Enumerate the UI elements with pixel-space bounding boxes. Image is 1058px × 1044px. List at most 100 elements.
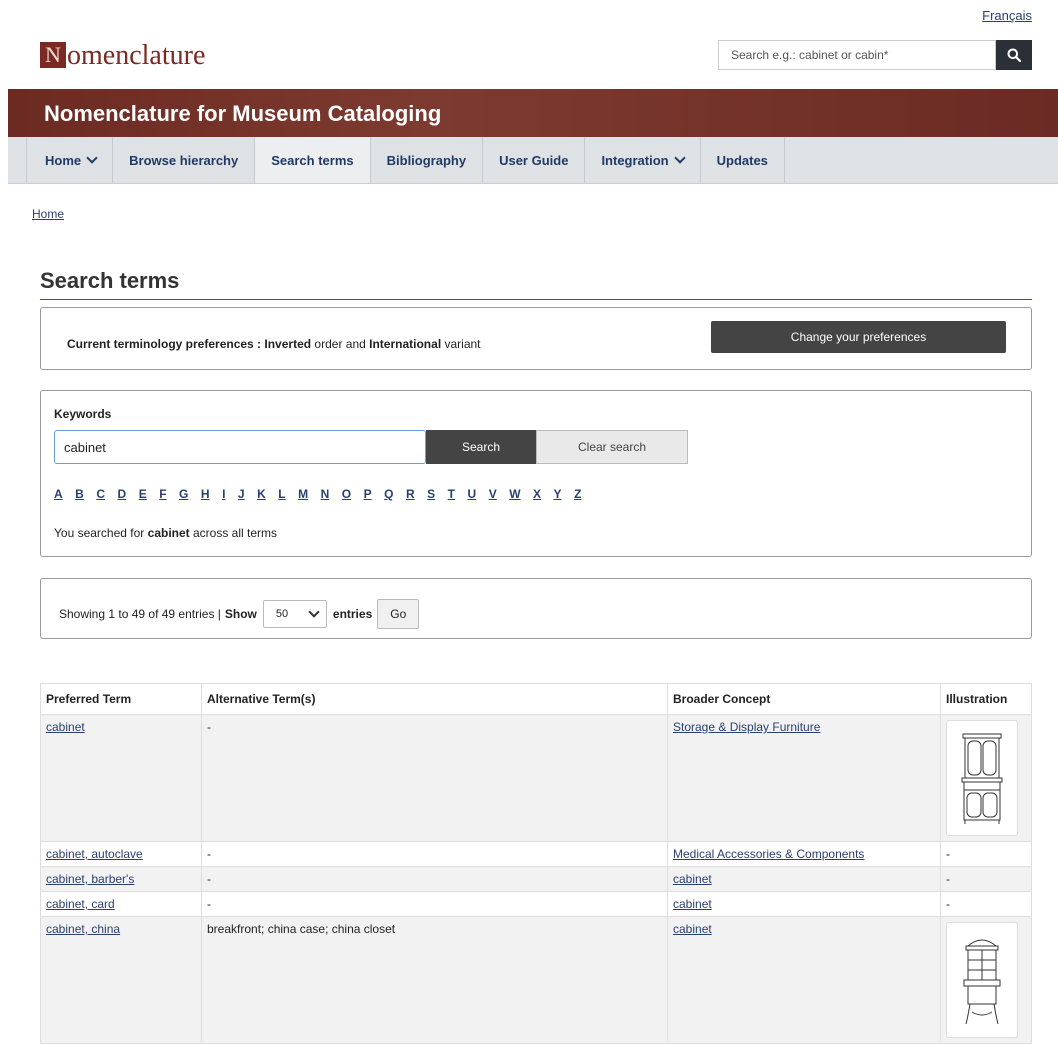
clear-search-button[interactable]: Clear search: [536, 430, 688, 464]
alpha-link-n[interactable]: N: [321, 487, 330, 501]
alpha-link-h[interactable]: H: [201, 487, 210, 501]
alternative-terms: -: [201, 841, 668, 867]
chevron-down-icon: [86, 152, 98, 164]
go-button[interactable]: Go: [377, 599, 420, 629]
alpha-link-x[interactable]: X: [533, 487, 541, 501]
alpha-link-z[interactable]: Z: [574, 487, 581, 501]
alpha-link-p[interactable]: P: [364, 487, 372, 501]
table-header-row: Preferred Term Alternative Term(s) Broad…: [40, 683, 1032, 715]
preferences-label: Current terminology preferences :: [67, 337, 262, 351]
preferred-term-link[interactable]: cabinet, card: [46, 897, 115, 911]
alpha-link-c[interactable]: C: [96, 487, 105, 501]
broader-concept-link[interactable]: Storage & Display Furniture: [673, 720, 820, 734]
entries-label: entries: [332, 607, 373, 621]
table-row: cabinet, card - cabinet -: [40, 891, 1032, 917]
site-search-button[interactable]: [996, 40, 1032, 70]
preferred-term-link[interactable]: cabinet: [46, 720, 85, 734]
nav-updates-label: Updates: [716, 152, 768, 168]
chevron-down-icon: [308, 606, 320, 618]
broader-concept-link[interactable]: cabinet: [673, 872, 712, 886]
preferences-variant: International: [369, 337, 442, 351]
alpha-link-e[interactable]: E: [139, 487, 147, 501]
search-result-summary: You searched for cabinet across all term…: [54, 526, 277, 540]
alpha-link-j[interactable]: J: [238, 487, 245, 501]
col-broader-concept: Broader Concept: [667, 683, 941, 715]
alpha-link-b[interactable]: B: [75, 487, 84, 501]
nav-user-guide[interactable]: User Guide: [483, 137, 586, 183]
banner-title: Nomenclature for Museum Cataloging: [44, 101, 442, 126]
alternative-terms: -: [201, 891, 668, 917]
alpha-link-f[interactable]: F: [159, 487, 166, 501]
alpha-link-u[interactable]: U: [468, 487, 477, 501]
alpha-link-o[interactable]: O: [342, 487, 351, 501]
alpha-link-m[interactable]: M: [298, 487, 308, 501]
main-nav: Home Browse hierarchy Search terms Bibli…: [8, 137, 1058, 184]
alpha-link-q[interactable]: Q: [384, 487, 393, 501]
keyword-search-panel: Keywords cabinet Search Clear search ABC…: [40, 390, 1032, 557]
table-row: cabinet, autoclave - Medical Accessories…: [40, 841, 1032, 867]
col-alternative-terms: Alternative Term(s): [201, 683, 668, 715]
illustration-cell: -: [940, 866, 1032, 892]
site-search-input[interactable]: Search e.g.: cabinet or cabin*: [718, 40, 996, 70]
site-search-placeholder: Search e.g.: cabinet or cabin*: [731, 48, 889, 62]
site-logo[interactable]: N omenclature: [40, 38, 205, 74]
alpha-link-i[interactable]: I: [222, 487, 225, 501]
terms-table: Preferred Term Alternative Term(s) Broad…: [40, 683, 1032, 1044]
preferred-term-link[interactable]: cabinet, autoclave: [46, 847, 143, 861]
language-link[interactable]: Français: [982, 8, 1032, 23]
alpha-link-w[interactable]: W: [509, 487, 520, 501]
alternative-terms: -: [201, 866, 668, 892]
alpha-link-l[interactable]: L: [278, 487, 285, 501]
illustration-cell: -: [940, 891, 1032, 917]
preferences-panel: Current terminology preferences : Invert…: [40, 307, 1032, 370]
alpha-link-y[interactable]: Y: [554, 487, 562, 501]
search-icon: [1007, 48, 1021, 62]
result-term: cabinet: [147, 526, 190, 540]
nav-browse-label: Browse hierarchy: [129, 152, 239, 168]
alpha-link-v[interactable]: V: [489, 487, 497, 501]
preferences-order: Inverted: [264, 337, 312, 351]
nav-search-terms[interactable]: Search terms: [255, 137, 371, 183]
page-size-select[interactable]: 50: [262, 600, 327, 628]
preferences-text: Current terminology preferences : Invert…: [67, 337, 481, 351]
broader-concept-link[interactable]: cabinet: [673, 897, 712, 911]
nav-browse-hierarchy[interactable]: Browse hierarchy: [113, 137, 256, 183]
logo-monogram: N: [40, 42, 66, 68]
alpha-link-d[interactable]: D: [118, 487, 127, 501]
nav-home[interactable]: Home: [26, 137, 114, 183]
keywords-label: Keywords: [54, 407, 112, 421]
table-row: cabinet, china breakfront; china case; c…: [40, 916, 1032, 1044]
alpha-link-g[interactable]: G: [179, 487, 188, 501]
result-suffix: across all terms: [193, 526, 278, 540]
nav-integration-label: Integration: [601, 152, 669, 168]
breadcrumb-home[interactable]: Home: [32, 207, 64, 221]
illustration-cell: -: [940, 841, 1032, 867]
broader-concept-link[interactable]: Medical Accessories & Components: [673, 847, 864, 861]
alpha-link-r[interactable]: R: [406, 487, 415, 501]
cabinet-illustration-icon: [961, 733, 1003, 824]
nav-bibliography[interactable]: Bibliography: [371, 137, 484, 183]
nav-bibliography-label: Bibliography: [386, 152, 467, 168]
keywords-input[interactable]: cabinet: [54, 430, 426, 464]
alternative-terms: breakfront; china case; china closet: [201, 916, 668, 1044]
alphabet-index: ABCDEFGHIJKLMNOPQRSTUVWXYZ: [54, 487, 594, 501]
search-button[interactable]: Search: [426, 430, 536, 464]
china-cabinet-illustration[interactable]: [946, 922, 1018, 1038]
alpha-link-a[interactable]: A: [54, 487, 63, 501]
entries-show-label: Show: [224, 607, 257, 621]
broader-concept-link[interactable]: cabinet: [673, 922, 712, 936]
preferred-term-link[interactable]: cabinet, barber's: [46, 872, 134, 886]
alternative-terms: -: [201, 714, 668, 842]
preferences-variant-suffix: variant: [444, 337, 481, 351]
chevron-down-icon: [673, 152, 686, 164]
change-preferences-button[interactable]: Change your preferences: [711, 321, 1006, 353]
nav-updates[interactable]: Updates: [701, 137, 785, 183]
col-preferred-term: Preferred Term: [40, 683, 202, 715]
alpha-link-t[interactable]: T: [448, 487, 455, 501]
preferred-term-link[interactable]: cabinet, china: [46, 922, 120, 936]
alpha-link-s[interactable]: S: [427, 487, 435, 501]
alpha-link-k[interactable]: K: [257, 487, 266, 501]
col-illustration: Illustration: [940, 683, 1032, 715]
cabinet-illustration[interactable]: [946, 720, 1018, 836]
nav-integration[interactable]: Integration: [585, 137, 701, 183]
